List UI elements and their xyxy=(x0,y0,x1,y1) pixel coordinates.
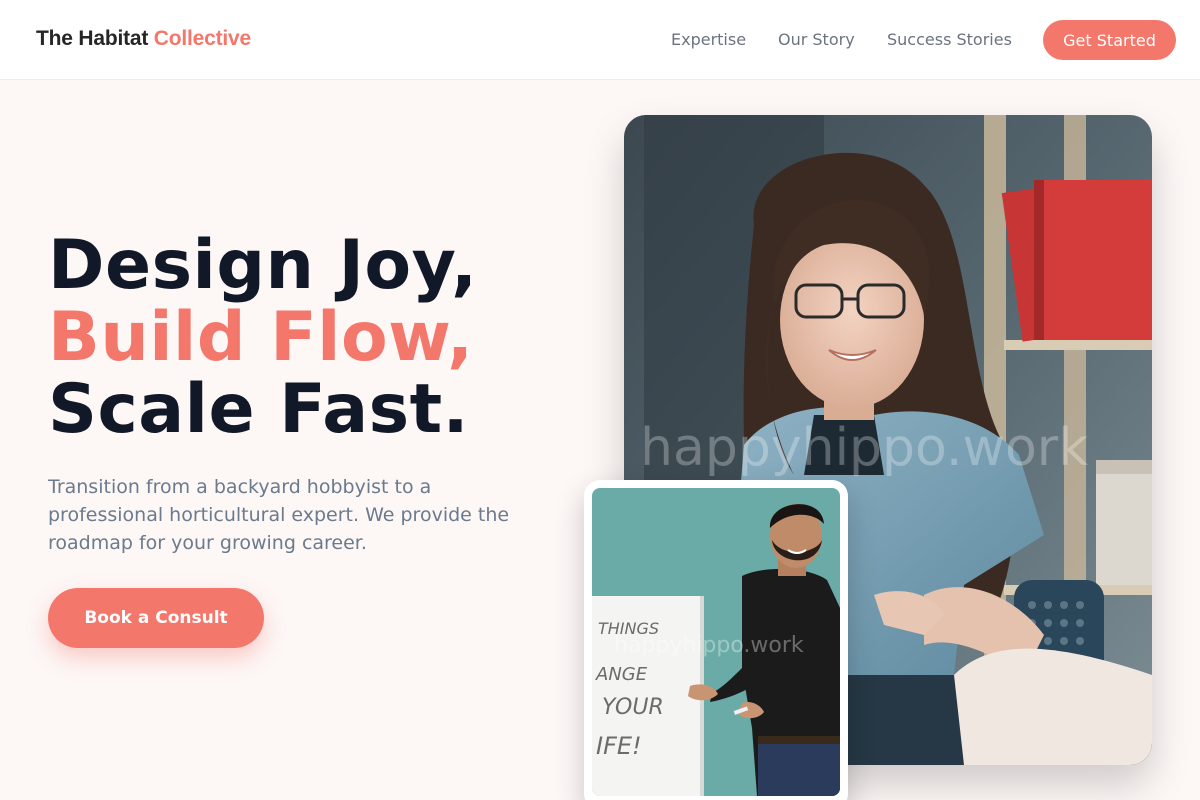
nav-link-success-stories[interactable]: Success Stories xyxy=(887,30,1012,49)
nav-link-our-story[interactable]: Our Story xyxy=(778,30,855,49)
get-started-button[interactable]: Get Started xyxy=(1043,20,1176,60)
whiteboard-text-line-2: ANGE xyxy=(595,664,648,685)
hero-photo-frame-presenter: THINGS ANGE YOUR IFE! happyhippo.work xyxy=(584,480,848,800)
headline-line-1: Design Joy, xyxy=(48,226,478,305)
headline-line-2: Build Flow, xyxy=(48,298,474,377)
book-consult-button[interactable]: Book a Consult xyxy=(48,588,264,648)
presenter-photo-illustration: THINGS ANGE YOUR IFE! happyhippo.work xyxy=(592,488,840,796)
main-photo-watermark: happyhippo.work xyxy=(640,418,1088,478)
hero-photo-presenter: THINGS ANGE YOUR IFE! happyhippo.work xyxy=(592,488,840,796)
whiteboard-text-line-3: YOUR xyxy=(602,695,664,720)
site-logo[interactable]: The Habitat Collective xyxy=(36,27,251,51)
site-header: The Habitat Collective Expertise Our Sto… xyxy=(0,0,1200,80)
small-photo-watermark: happyhippo.work xyxy=(614,633,804,658)
whiteboard-text-line-4: IFE! xyxy=(596,732,642,760)
headline-line-3: Scale Fast. xyxy=(48,370,469,449)
hero-headline: Design Joy, Build Flow, Scale Fast. xyxy=(48,230,478,446)
hero-subtitle: Transition from a backyard hobbyist to a… xyxy=(48,476,510,554)
logo-accent-text: Collective xyxy=(153,27,251,50)
nav-link-expertise[interactable]: Expertise xyxy=(671,30,746,49)
logo-text: The Habitat xyxy=(36,27,154,50)
